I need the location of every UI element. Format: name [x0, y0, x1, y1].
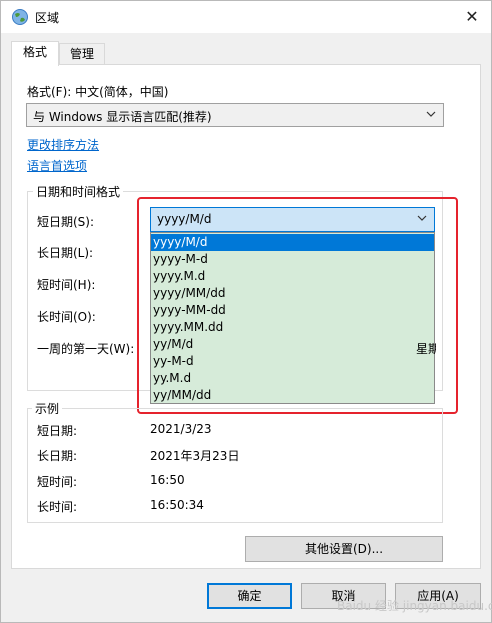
example-short-date-value: 2021/3/23 — [150, 422, 212, 436]
example-long-time-label: 长时间: — [37, 500, 78, 514]
examples-group — [27, 408, 443, 523]
example-long-date-label: 长日期: — [37, 449, 78, 463]
ok-label: 确定 — [237, 589, 262, 603]
example-short-time-label: 短时间: — [37, 475, 78, 489]
example-short-time-value: 16:50 — [150, 473, 185, 487]
tab-format-label: 格式 — [22, 45, 47, 59]
tab-manage[interactable]: 管理 — [59, 43, 105, 65]
example-long-date-value: 2021年3月23日 — [150, 449, 240, 463]
title-bar: 区域 ✕ — [1, 1, 491, 33]
format-select-value: 与 Windows 显示语言匹配(推荐) — [33, 110, 212, 124]
example-long-time-value: 16:50:34 — [150, 498, 204, 512]
format-label: 格式(F): 中文(简体，中国) — [27, 85, 169, 99]
window-title: 区域 — [35, 11, 60, 25]
first-day-label: 一周的第一天(W): — [37, 342, 135, 356]
annotation-highlight — [137, 197, 458, 414]
short-date-label: 短日期(S): — [37, 215, 95, 229]
datetime-group-title: 日期和时间格式 — [33, 183, 124, 200]
format-select[interactable]: 与 Windows 显示语言匹配(推荐) — [26, 103, 444, 127]
region-dialog: 区域 ✕ 格式 管理 格式(F): 中文(简体，中国) 与 Windows 显示… — [0, 0, 492, 623]
globe-icon — [11, 8, 29, 26]
baidu-watermark: Baidu 经验 jingyan.baidu.com — [337, 599, 492, 613]
close-icon[interactable]: ✕ — [457, 5, 487, 29]
ok-button[interactable]: 确定 — [207, 583, 292, 609]
other-settings-label: 其他设置(D)... — [304, 542, 384, 556]
long-time-label: 长时间(O): — [37, 310, 96, 324]
example-short-date-label: 短日期: — [37, 424, 78, 438]
chevron-down-icon — [426, 107, 436, 124]
long-date-label: 长日期(L): — [37, 246, 94, 260]
language-prefs-link[interactable]: 语言首选项 — [27, 157, 87, 174]
change-sort-link[interactable]: 更改排序方法 — [27, 136, 99, 153]
tab-format[interactable]: 格式 — [11, 41, 59, 66]
tab-manage-label: 管理 — [69, 47, 94, 61]
short-time-label: 短时间(H): — [37, 278, 96, 292]
other-settings-button[interactable]: 其他设置(D)... — [245, 536, 443, 562]
examples-group-title: 示例 — [32, 400, 63, 417]
